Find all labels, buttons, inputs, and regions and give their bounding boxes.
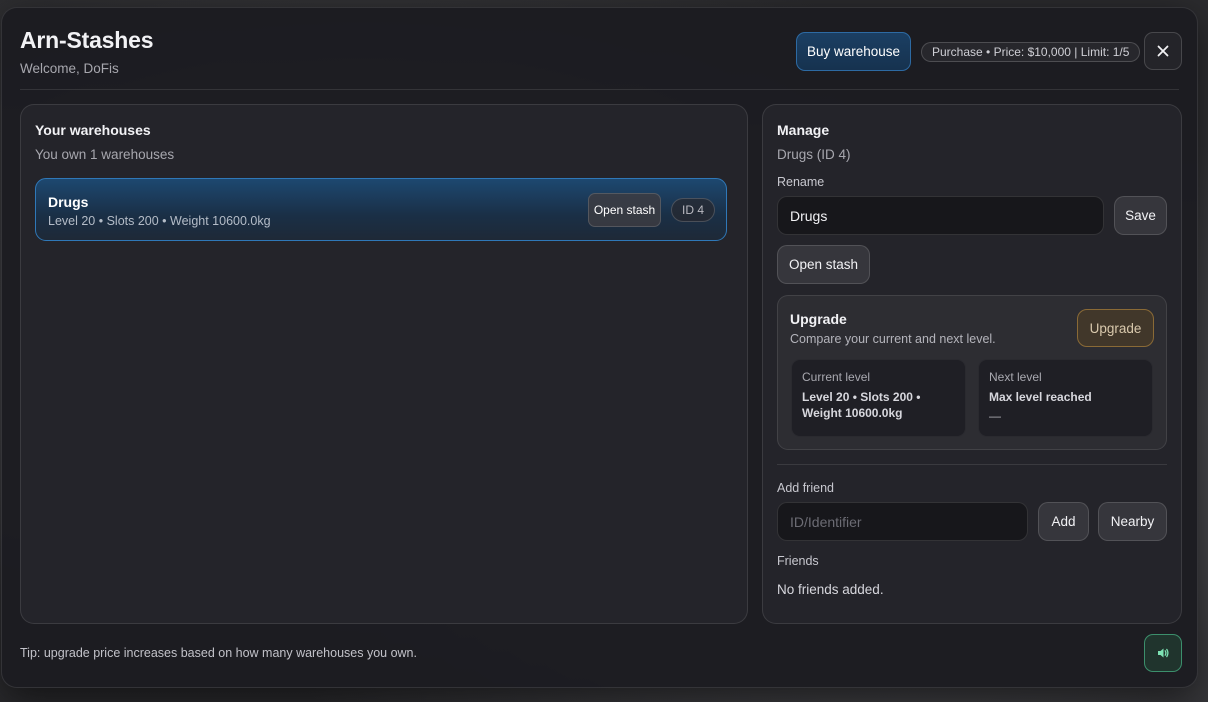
- upgrade-button[interactable]: Upgrade: [1077, 309, 1154, 347]
- next-level-value: Max level reached: [989, 390, 1092, 404]
- next-level-card: Next level Max level reached —: [978, 359, 1153, 437]
- next-level-extra: —: [989, 409, 1001, 423]
- selected-warehouse: Drugs (ID 4): [777, 147, 851, 162]
- save-button[interactable]: Save: [1114, 196, 1167, 235]
- warehouse-meta: Level 20 • Slots 200 • Weight 10600.0kg: [48, 214, 271, 228]
- current-level-label: Current level: [802, 370, 871, 384]
- warehouses-panel: Your warehouses You own 1 warehouses Dru…: [20, 104, 748, 624]
- upgrade-section: Upgrade Compare your current and next le…: [777, 295, 1167, 450]
- rename-input[interactable]: [777, 196, 1104, 235]
- modal-header: Arn-Stashes Welcome, DoFis Buy warehouse…: [20, 8, 1182, 90]
- app-title: Arn-Stashes: [20, 27, 154, 53]
- warehouses-count: You own 1 warehouses: [35, 147, 175, 162]
- close-button[interactable]: [1144, 32, 1182, 70]
- speaker-icon: [1158, 648, 1169, 658]
- purchase-price-badge: Purchase • Price: $10,000 | Limit: 1/5: [921, 42, 1141, 62]
- welcome-text: Welcome, DoFis: [20, 61, 119, 76]
- close-icon: [1157, 45, 1169, 57]
- add-friend-input[interactable]: [777, 502, 1028, 541]
- section-divider: [777, 464, 1167, 465]
- friends-empty-text: No friends added.: [777, 582, 884, 597]
- nearby-button[interactable]: Nearby: [1098, 502, 1167, 541]
- friends-label: Friends: [777, 554, 819, 568]
- sound-toggle-button[interactable]: [1144, 634, 1182, 672]
- open-stash-button[interactable]: Open stash: [777, 245, 870, 284]
- current-level-card: Current level Level 20 • Slots 200 • Wei…: [791, 359, 966, 437]
- manage-panel: Manage Drugs (ID 4) Rename Save Open sta…: [762, 104, 1182, 624]
- buy-warehouse-button[interactable]: Buy warehouse: [796, 32, 911, 71]
- next-level-label: Next level: [989, 370, 1042, 384]
- manage-title: Manage: [777, 122, 830, 138]
- warehouses-title: Your warehouses: [35, 122, 151, 138]
- add-friend-button[interactable]: Add: [1038, 502, 1089, 541]
- footer-tip: Tip: upgrade price increases based on ho…: [20, 646, 417, 660]
- upgrade-subtitle: Compare your current and next level.: [790, 332, 996, 346]
- warehouse-open-stash-button[interactable]: Open stash: [588, 193, 661, 227]
- warehouse-id-badge: ID 4: [671, 198, 716, 222]
- warehouse-modal: Arn-Stashes Welcome, DoFis Buy warehouse…: [1, 7, 1198, 688]
- add-friend-label: Add friend: [777, 481, 834, 495]
- warehouse-name: Drugs: [48, 194, 89, 210]
- rename-label: Rename: [777, 175, 825, 189]
- warehouse-card[interactable]: Drugs Level 20 • Slots 200 • Weight 1060…: [35, 178, 727, 241]
- current-level-value: Level 20 • Slots 200 • Weight 10600.0kg: [802, 390, 921, 420]
- upgrade-title: Upgrade: [790, 311, 847, 327]
